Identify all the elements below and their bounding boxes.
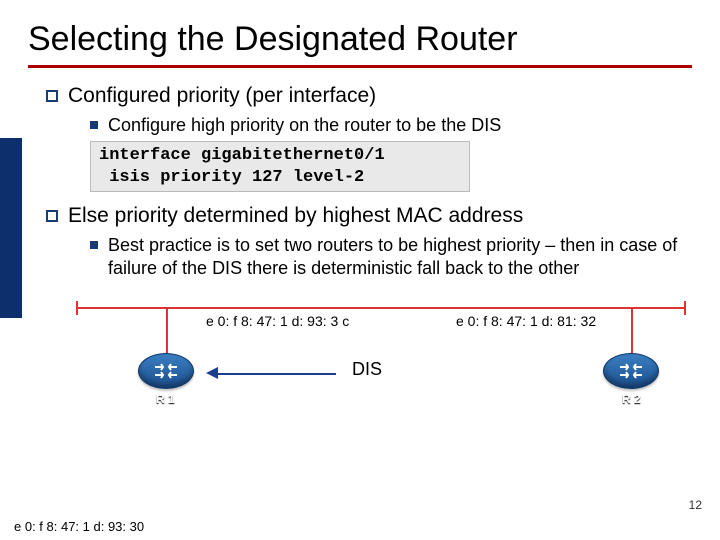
bullet-text: Configure high priority on the router to… <box>108 114 501 137</box>
interface-mac-right: e 0: f 8: 47: 1 d: 81: 32 <box>456 313 596 329</box>
interface-mac-left: e 0: f 8: 47: 1 d: 93: 3 c <box>206 313 349 329</box>
drop-cable <box>631 307 633 355</box>
bullet-text: Best practice is to set two routers to b… <box>108 234 692 281</box>
bullet-level1: Configured priority (per interface) <box>46 84 692 108</box>
slide-title: Selecting the Designated Router <box>28 20 692 65</box>
square-open-bullet-icon <box>46 90 58 102</box>
dis-arrow <box>206 365 336 381</box>
page-number: 12 <box>689 498 702 512</box>
bullet-text: Else priority determined by highest MAC … <box>68 204 523 228</box>
square-solid-bullet-icon <box>90 241 98 249</box>
bus-terminator-right <box>684 301 686 315</box>
bullet-level2: Best practice is to set two routers to b… <box>90 234 692 281</box>
square-solid-bullet-icon <box>90 121 98 129</box>
square-open-bullet-icon <box>46 210 58 222</box>
router-icon <box>603 353 659 389</box>
code-block: interface gigabitethernet0/1 isis priori… <box>90 141 470 192</box>
bullet-level2: Configure high priority on the router to… <box>90 114 692 137</box>
bullet-text: Configured priority (per interface) <box>68 84 376 108</box>
router-label-r1: R 1 <box>156 392 175 406</box>
arrow-head-left-icon <box>206 367 218 379</box>
footer-interface-mac: e 0: f 8: 47: 1 d: 93: 30 <box>14 519 144 534</box>
router-label-r2: R 2 <box>622 392 641 406</box>
bullet-level1: Else priority determined by highest MAC … <box>46 204 692 228</box>
left-accent-bar <box>0 138 22 318</box>
router-icon <box>138 353 194 389</box>
network-diagram: e 0: f 8: 47: 1 d: 93: 3 c e 0: f 8: 47:… <box>56 299 696 419</box>
router-arrows-icon <box>616 361 646 381</box>
slide-content: Configured priority (per interface) Conf… <box>28 84 692 419</box>
router-arrows-icon <box>151 361 181 381</box>
dis-label: DIS <box>352 359 382 380</box>
arrow-shaft <box>216 373 336 375</box>
title-underline <box>28 65 692 68</box>
bus-terminator-left <box>76 301 78 315</box>
drop-cable <box>166 307 168 355</box>
slide: Selecting the Designated Router Configur… <box>0 0 720 540</box>
